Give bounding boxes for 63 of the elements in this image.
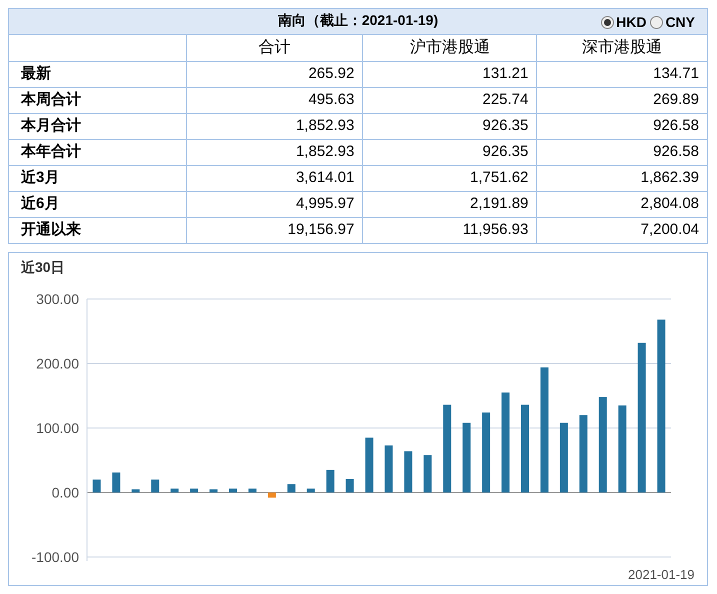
table-cell: 7,200.04 bbox=[640, 221, 699, 238]
row-label: 最新 bbox=[21, 65, 51, 82]
row-label: 开通以来 bbox=[21, 221, 81, 238]
table-title: 南向（截止：2021-01-19) bbox=[278, 12, 438, 28]
axis-label: 0.00 bbox=[52, 484, 79, 500]
axis-label: 100.00 bbox=[36, 420, 79, 436]
table-cell: 926.35 bbox=[482, 143, 528, 160]
table-cell: 269.89 bbox=[653, 91, 699, 108]
row-label: 本年合计 bbox=[21, 143, 81, 160]
bar bbox=[248, 488, 256, 492]
table-cell: 2,191.89 bbox=[470, 195, 528, 212]
row-label: 近6月 bbox=[21, 195, 60, 212]
bar bbox=[404, 451, 412, 492]
bar bbox=[326, 470, 334, 492]
table-cell: 19,156.97 bbox=[288, 221, 354, 238]
axis-label: 2021-01-19 bbox=[628, 567, 695, 582]
row-label: 本周合计 bbox=[21, 91, 81, 108]
radio-icon[interactable] bbox=[601, 16, 614, 29]
bar bbox=[560, 422, 568, 492]
bar bbox=[92, 480, 101, 492]
chart-title: 近30日 bbox=[21, 258, 65, 277]
column-header: 沪市港股通 bbox=[410, 39, 490, 56]
bar bbox=[190, 488, 198, 492]
bar bbox=[210, 489, 218, 492]
table-cell: 131.21 bbox=[482, 65, 528, 82]
bar bbox=[346, 478, 354, 492]
row-label: 近3月 bbox=[21, 169, 60, 186]
table-cell: 926.35 bbox=[482, 117, 528, 134]
table-cell: 4,995.97 bbox=[296, 195, 354, 212]
table-cell: 265.92 bbox=[308, 65, 354, 82]
row-label: 本月合计 bbox=[21, 117, 81, 134]
column-header: 合计 bbox=[258, 39, 291, 56]
table-cell: 1,852.93 bbox=[296, 117, 354, 134]
table-cell: 11,956.93 bbox=[462, 221, 528, 238]
bar bbox=[306, 488, 315, 492]
table-cell: 1,862.39 bbox=[640, 169, 699, 186]
bar bbox=[151, 480, 160, 492]
bar bbox=[365, 438, 374, 492]
bar bbox=[112, 472, 120, 492]
table-cell: 134.71 bbox=[653, 65, 699, 82]
table-cell: 1,751.62 bbox=[470, 169, 528, 186]
table-cell: 926.58 bbox=[653, 117, 699, 134]
axis-label: 200.00 bbox=[36, 356, 79, 372]
bar bbox=[132, 489, 140, 492]
table-cell: 225.74 bbox=[482, 91, 528, 108]
bar bbox=[384, 445, 393, 492]
bar bbox=[268, 492, 276, 498]
radio-icon[interactable] bbox=[650, 16, 664, 29]
currency-radio[interactable]: HKD bbox=[601, 12, 646, 33]
table-cell: 1,852.93 bbox=[296, 143, 354, 160]
table-cell: 3,614.01 bbox=[296, 169, 354, 186]
bar bbox=[287, 484, 296, 492]
table-cell: 926.58 bbox=[653, 143, 699, 160]
axis-label: -100.00 bbox=[32, 549, 79, 565]
table-cell: 495.63 bbox=[308, 91, 354, 108]
bar bbox=[170, 488, 179, 492]
bar bbox=[462, 422, 471, 492]
table-cell: 2,804.08 bbox=[640, 195, 699, 212]
currency-radio[interactable]: CNY bbox=[650, 12, 695, 33]
column-header: 深市港股通 bbox=[582, 39, 662, 56]
bar bbox=[229, 488, 237, 492]
bar bbox=[424, 455, 432, 492]
axis-label: 300.00 bbox=[36, 291, 79, 307]
